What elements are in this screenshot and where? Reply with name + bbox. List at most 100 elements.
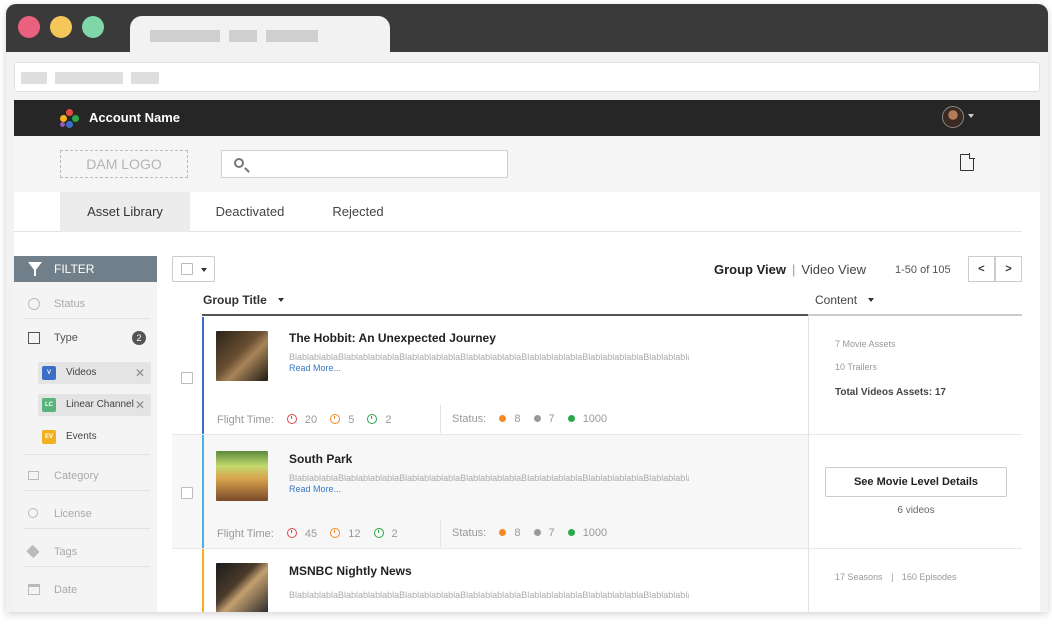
row-description: BlablablablaBlablablablablaBlablablablab…: [289, 590, 689, 600]
filter-type[interactable]: Type 2: [14, 328, 150, 348]
clock-icon: [367, 414, 378, 424]
account-name[interactable]: Account Name: [89, 110, 180, 125]
video-view-button[interactable]: Video View: [801, 262, 866, 277]
account-logo-icon: [60, 109, 80, 129]
row-checkbox[interactable]: [181, 372, 193, 384]
row-meta: Flight Time: 20 5 2: [217, 413, 392, 426]
search-box[interactable]: [221, 150, 508, 178]
row-title[interactable]: The Hobbit: An Unexpected Journey: [289, 331, 496, 345]
type-chip-linear-channel[interactable]: LC Linear Channel ✕: [38, 394, 151, 416]
episodes-count: 160 Episodes: [901, 572, 957, 582]
filter-status[interactable]: Status: [14, 294, 150, 314]
select-all-checkbox[interactable]: [181, 263, 193, 275]
table-row[interactable]: MSNBC Nightly News BlablablablaBlablabla…: [172, 549, 1022, 612]
url-placeholder: [21, 72, 47, 84]
row-description: BlablablablaBlablablablablaBlablablablab…: [289, 352, 689, 362]
flight-value: 20: [304, 414, 318, 426]
hobbit-thumbnail[interactable]: [216, 331, 268, 381]
view-separator: |: [792, 262, 796, 277]
see-movie-details-button[interactable]: See Movie Level Details: [825, 467, 1007, 497]
filter-license[interactable]: License: [14, 504, 150, 524]
clock-icon: [330, 528, 341, 538]
chip-label: Linear Channel: [66, 399, 134, 410]
table-row[interactable]: South Park BlablablablaBlablablablablaBl…: [172, 435, 1022, 549]
divider: [24, 318, 150, 319]
chevron-down-icon: [201, 268, 207, 272]
read-more-link[interactable]: Read More...: [289, 484, 341, 494]
search-input[interactable]: [254, 155, 502, 173]
events-badge: EV: [42, 430, 56, 444]
chevron-down-icon: [278, 298, 285, 302]
content-column-header[interactable]: Content: [815, 293, 875, 307]
status-value: 7: [548, 527, 555, 539]
row-color-bar: [202, 435, 204, 548]
row-title[interactable]: South Park: [289, 452, 352, 466]
group-view-button[interactable]: Group View: [714, 262, 786, 277]
asset-list: Group View | Video View 1-50 of 105 < > Gr…: [172, 256, 1024, 612]
south-park-thumbnail[interactable]: [216, 451, 268, 501]
tab-title-placeholder: [266, 30, 318, 42]
next-page-button[interactable]: >: [995, 256, 1022, 282]
divider: [24, 566, 150, 567]
filter-date-label: Date: [54, 584, 78, 596]
filter-category[interactable]: Category: [14, 466, 150, 486]
prev-page-button[interactable]: <: [968, 256, 995, 282]
videos-count: 6 videos: [897, 505, 935, 516]
table-row[interactable]: The Hobbit: An Unexpected Journey Blabla…: [172, 317, 1022, 435]
clock-icon: [286, 414, 297, 424]
read-more-link[interactable]: Read More...: [289, 363, 341, 373]
filter-label: FILTER: [54, 262, 95, 276]
group-title-column-header[interactable]: Group Title: [203, 293, 285, 307]
type-chip-videos[interactable]: V Videos ✕: [38, 362, 151, 384]
status-label: Status:: [452, 413, 487, 425]
minimize-window-button[interactable]: [50, 16, 72, 38]
filter-type-label: Type: [54, 332, 78, 344]
tab-asset-library[interactable]: Asset Library: [60, 192, 190, 232]
select-all-dropdown[interactable]: [172, 256, 215, 282]
status-value: 1000: [582, 527, 608, 539]
row-description: BlablablablaBlablablablablaBlablablablab…: [289, 473, 689, 483]
row-status: Status: 8 7 1000: [452, 527, 607, 539]
maximize-window-button[interactable]: [82, 16, 104, 38]
user-avatar[interactable]: [942, 106, 964, 128]
msnbc-thumbnail[interactable]: [216, 563, 268, 612]
chevron-down-icon: [868, 298, 875, 302]
tag-icon: [26, 544, 40, 559]
filter-license-label: License: [54, 508, 92, 520]
close-icon[interactable]: ✕: [135, 362, 145, 384]
flight-value: 5: [348, 414, 355, 426]
category-icon: [28, 471, 39, 480]
flight-value: 45: [304, 528, 318, 540]
filter-status-label: Status: [54, 298, 86, 310]
flight-time-label: Flight Time:: [217, 528, 274, 540]
trailers-count: 10 Trailers: [835, 362, 878, 372]
close-window-button[interactable]: [18, 16, 40, 38]
tab-deactivated[interactable]: Deactivated: [190, 192, 310, 232]
row-content-cell: 17 Seasons | 160 Episodes: [808, 549, 1022, 612]
row-color-bar: [202, 317, 204, 434]
close-icon[interactable]: ✕: [135, 394, 145, 416]
row-meta: Flight Time: 45 12 2: [217, 527, 398, 540]
filter-header[interactable]: FILTER: [14, 256, 157, 282]
row-checkbox[interactable]: [181, 487, 193, 499]
separator: |: [891, 572, 894, 582]
filter-sidebar: FILTER Status Type 2 V Videos ✕ LC Linea…: [14, 256, 157, 612]
chevron-down-icon[interactable]: [968, 114, 974, 118]
filter-date[interactable]: Date: [14, 580, 150, 600]
divider: [440, 405, 441, 433]
address-bar[interactable]: [14, 62, 1040, 92]
row-title[interactable]: MSNBC Nightly News: [289, 564, 412, 578]
flight-value: 12: [348, 528, 361, 540]
app-page: Account Name DAM LOGO Asset Library Deac…: [14, 100, 1040, 612]
clock-icon: [286, 528, 297, 538]
tab-rejected[interactable]: Rejected: [310, 192, 406, 232]
movie-assets-count: 7 Movie Assets: [835, 339, 896, 349]
type-chip-events[interactable]: EV Events: [38, 426, 151, 448]
status-dot-icon: [567, 415, 575, 422]
filter-tags-label: Tags: [54, 546, 78, 558]
filter-tags[interactable]: Tags: [14, 542, 150, 562]
type-count-badge: 2: [132, 331, 146, 345]
status-circle-icon: [28, 298, 40, 310]
document-icon[interactable]: [960, 153, 975, 171]
flight-value: 2: [385, 414, 392, 426]
